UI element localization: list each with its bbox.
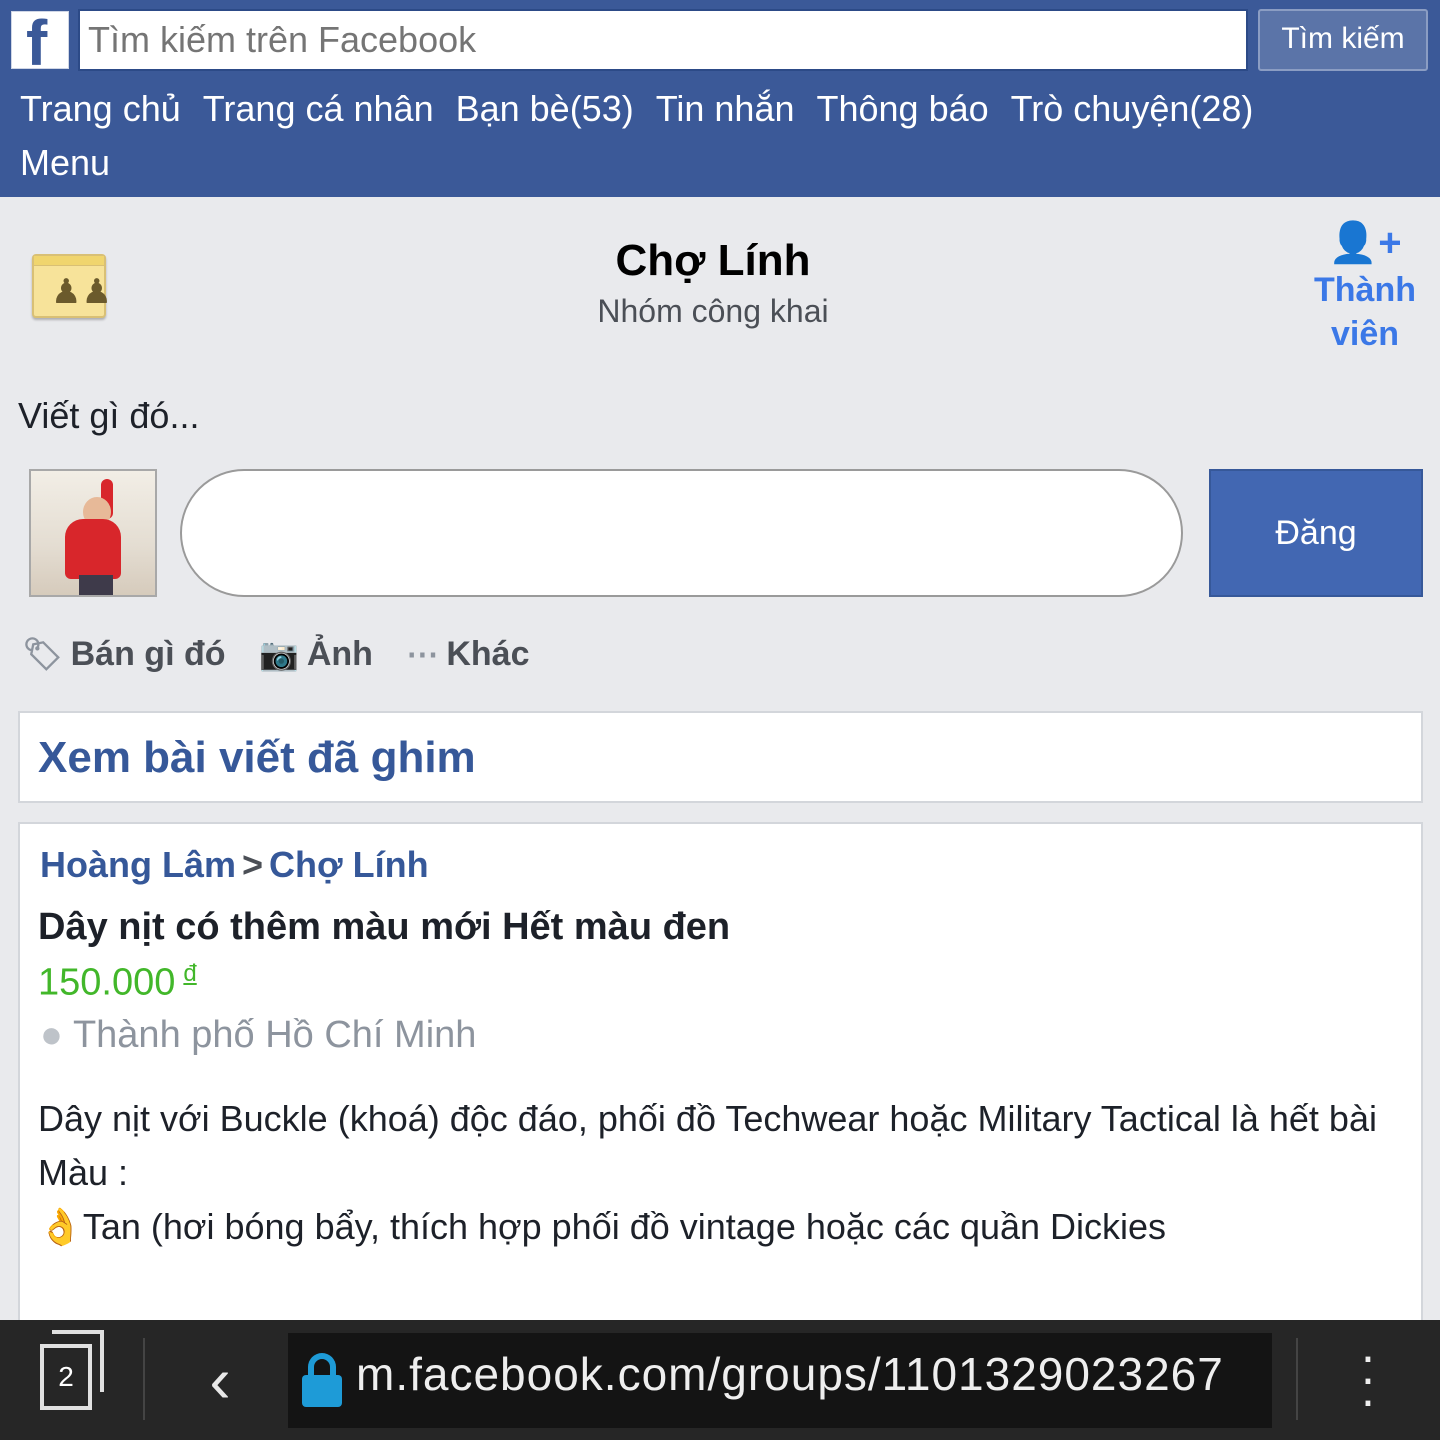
facebook-logo-icon[interactable]: f (11, 8, 69, 78)
more-icon: ⋯ (406, 636, 439, 672)
group-privacy-label: Nhóm công khai (597, 293, 829, 329)
post-body-line: 👌Tan (hơi bóng bẩy, thích hợp phối đồ vi… (38, 1200, 1398, 1254)
composer-prompt: Viết gì đó... (18, 395, 200, 436)
avatar-photo-detail (79, 575, 113, 595)
post-author-link[interactable]: Hoàng Lâm (40, 844, 236, 885)
status-input[interactable] (180, 469, 1183, 597)
breadcrumb-separator: > (242, 844, 264, 885)
post-body-line: Dây nịt với Buckle (khoá) độc đáo, phối … (38, 1098, 1377, 1139)
price-value: 150.000 (38, 961, 176, 1004)
url-text: m.facebook.com/groups/1101329023267 (356, 1348, 1224, 1400)
overflow-menu-icon[interactable]: · · · (1350, 1331, 1386, 1425)
avatar[interactable] (29, 469, 157, 597)
post-breadcrumb: Hoàng Lâm > Chợ Lính (40, 844, 429, 886)
search-input[interactable] (80, 11, 1246, 69)
post-card: Hoàng Lâm > Chợ Lính Dây nịt có thêm màu m… (18, 822, 1423, 1382)
main-nav: Trang chủ Trang cá nhân Bạn bè(53) Tin nhắn… (20, 86, 1420, 194)
photo-action-label: Ảnh (306, 635, 373, 673)
sell-action[interactable]: 🏷 Bán gì đó (22, 632, 226, 676)
post-body-line: Màu : (38, 1152, 129, 1193)
nav-home[interactable]: Trang chủ (20, 86, 181, 132)
member-button[interactable]: 👤+ Thành viên (1300, 218, 1430, 356)
nav-friends[interactable]: Bạn bè(53) (456, 86, 634, 132)
tabs-button[interactable]: 2 (40, 1330, 104, 1414)
lock-body (302, 1375, 342, 1407)
ok-hand-emoji: 👌 (38, 1206, 83, 1247)
post-price: 150.000 đ (38, 960, 197, 1005)
post-body: Dây nịt với Buckle (khoá) độc đáo, phối … (38, 1092, 1398, 1254)
camera-icon: 📷 (258, 636, 299, 672)
nav-menu[interactable]: Menu (20, 140, 110, 186)
nav-messages[interactable]: Tin nhắn (656, 86, 795, 132)
search-button[interactable]: Tìm kiếm (1258, 9, 1428, 71)
nav-notifications[interactable]: Thông báo (816, 86, 988, 132)
search-field-container[interactable] (78, 9, 1248, 71)
member-button-label: Thành viên (1314, 271, 1416, 353)
post-title[interactable]: Dây nịt có thêm màu mới Hết màu đen (38, 906, 730, 949)
composer-actions: 🏷 Bán gì đó 📷 Ảnh ⋯ Khác (22, 632, 554, 676)
sell-action-label: Bán gì đó (70, 635, 226, 673)
photo-action[interactable]: 📷 Ảnh (259, 632, 373, 676)
currency-symbol: đ (183, 960, 197, 987)
nav-profile[interactable]: Trang cá nhân (203, 86, 434, 132)
more-action-label: Khác (446, 635, 530, 673)
post-group-link[interactable]: Chợ Lính (269, 844, 429, 885)
lock-icon (302, 1353, 342, 1407)
toolbar-divider (143, 1338, 145, 1420)
nav-chat[interactable]: Trò chuyện(28) (1011, 86, 1254, 132)
post-button[interactable]: Đăng (1209, 469, 1423, 597)
post-location: ● Thành phố Hồ Chí Minh (40, 1014, 476, 1057)
add-member-icon: 👤+ (1328, 221, 1402, 265)
location-pin-icon: ● (40, 1014, 63, 1056)
tab-count: 2 (40, 1344, 92, 1410)
pinned-posts-link[interactable]: Xem bài viết đã ghim (18, 711, 1423, 803)
tag-icon: 🏷 (22, 636, 63, 672)
top-nav-bar: f Tìm kiếm Trang chủ Trang cá nhân Bạn bè(… (0, 0, 1440, 197)
pinned-posts-label: Xem bài viết đã ghim (38, 733, 476, 782)
post-body-text: Tan (hơi bóng bẩy, thích hợp phối đồ vin… (82, 1206, 1167, 1247)
location-text: Thành phố Hồ Chí Minh (72, 1014, 477, 1056)
group-title: Chợ Lính (615, 236, 811, 285)
more-action[interactable]: ⋯ Khác (406, 632, 529, 676)
address-bar[interactable]: m.facebook.com/groups/1101329023267 (288, 1333, 1272, 1428)
avatar-photo-detail (65, 519, 121, 579)
toolbar-divider (1296, 1338, 1298, 1420)
back-arrow-icon[interactable]: ‹ (190, 1340, 250, 1420)
